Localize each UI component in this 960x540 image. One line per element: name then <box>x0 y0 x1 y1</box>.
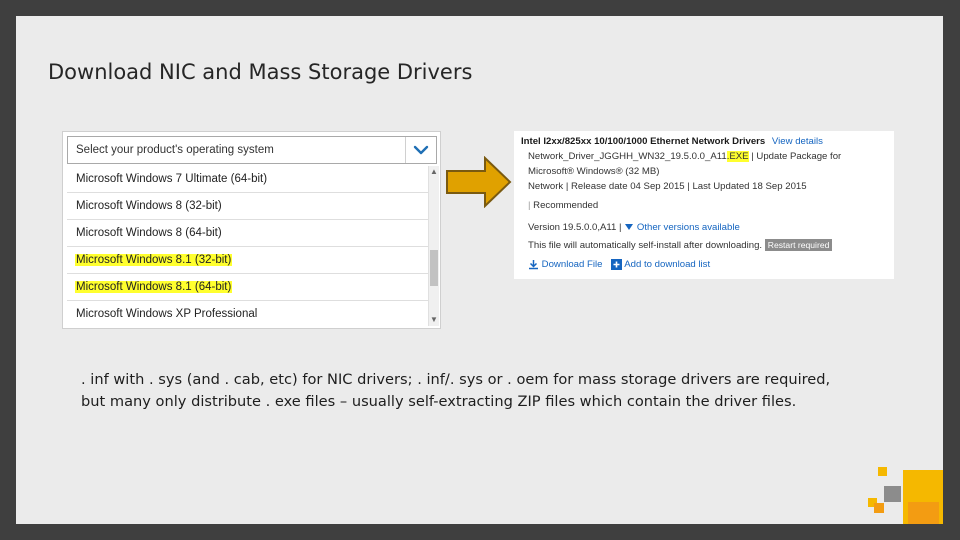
download-file-button[interactable]: Download File <box>528 259 605 270</box>
driver-os-size: Microsoft® Windows® (32 MB) <box>528 166 660 177</box>
os-option[interactable]: Microsoft Windows 7 Ultimate (64-bit) <box>67 166 428 193</box>
os-select-toggle[interactable] <box>405 137 436 163</box>
driver-filename-line: Network_Driver_JGGHH_WN32_19.5.0.0_A11.E… <box>528 151 841 162</box>
os-option[interactable]: Microsoft Windows 8 (64-bit) <box>67 220 428 247</box>
download-icon <box>529 260 538 270</box>
add-to-download-list-label: Add to download list <box>624 259 711 271</box>
logo-square <box>874 503 884 513</box>
os-option[interactable]: Microsoft Windows 8 (32-bit) <box>67 193 428 220</box>
os-option-label: Microsoft Windows XP Professional <box>76 308 258 320</box>
plus-box-icon <box>611 259 623 270</box>
scrollbar-thumb[interactable] <box>430 250 438 286</box>
recommended-label: Recommended <box>533 200 599 211</box>
other-versions-link[interactable]: Other versions available <box>637 222 740 233</box>
update-package-label: | Update Package for <box>751 151 842 162</box>
os-option-label: Microsoft Windows 8 (32-bit) <box>76 200 222 212</box>
driver-file-extension: .EXE <box>726 151 749 162</box>
os-option-highlighted[interactable]: Microsoft Windows 8.1 (32-bit) <box>67 247 428 274</box>
right-arrow-icon <box>446 156 512 208</box>
download-file-label: Download File <box>541 259 603 271</box>
view-details-link[interactable]: View details <box>772 136 823 147</box>
version-line: Version 19.5.0.0,A11 | Other versions av… <box>528 222 740 233</box>
dropdown-triangle-icon <box>625 224 634 231</box>
logo-square <box>884 486 901 502</box>
slide-title: Download NIC and Mass Storage Drivers <box>48 60 473 84</box>
os-option-list: Microsoft Windows 7 Ultimate (64-bit) Mi… <box>67 166 428 326</box>
os-option-label: Microsoft Windows 8.1 (32-bit) <box>75 254 233 266</box>
driver-filename: Network_Driver_JGGHH_WN32_19.5.0.0_A11 <box>528 151 727 162</box>
scroll-down-arrow-icon[interactable]: ▼ <box>429 314 439 326</box>
recommended-line: | Recommended <box>528 200 598 211</box>
chevron-down-icon <box>413 145 429 155</box>
driver-title-line: Intel I2xx/825xx 10/100/1000 Ethernet Ne… <box>521 136 823 147</box>
divider-bar: | <box>528 200 531 211</box>
slide-body-text: . inf with . sys (and . cab, etc) for NI… <box>81 371 831 410</box>
self-install-note: This file will automatically self-instal… <box>528 240 763 251</box>
logo-square <box>878 467 887 476</box>
os-dropdown-screenshot: Select your product's operating system M… <box>62 131 441 329</box>
os-select-placeholder: Select your product's operating system <box>76 144 274 156</box>
self-install-line: This file will automatically self-instal… <box>528 239 833 251</box>
os-select[interactable]: Select your product's operating system <box>67 136 437 164</box>
restart-required-badge: Restart required <box>764 239 833 251</box>
driver-title: Intel I2xx/825xx 10/100/1000 Ethernet Ne… <box>521 136 766 147</box>
scroll-up-arrow-icon[interactable]: ▲ <box>429 166 439 178</box>
driver-details-screenshot: Intel I2xx/825xx 10/100/1000 Ethernet Ne… <box>514 131 894 279</box>
add-to-download-list-button[interactable]: Add to download list <box>611 259 710 270</box>
logo-square <box>908 502 939 524</box>
os-option-label: Microsoft Windows 8 (64-bit) <box>76 227 222 239</box>
download-actions: Download File Add to download list <box>528 259 710 270</box>
driver-version: Version 19.5.0.0,A11 | <box>528 222 622 233</box>
driver-category-dates: Network | Release date 04 Sep 2015 | Las… <box>528 181 807 192</box>
os-option-label: Microsoft Windows 7 Ultimate (64-bit) <box>76 173 268 185</box>
os-option[interactable]: Microsoft Windows XP Professional <box>67 301 428 328</box>
os-option-label: Microsoft Windows 8.1 (64-bit) <box>75 281 233 293</box>
os-list-scrollbar[interactable]: ▲ ▼ <box>428 166 439 326</box>
os-option-highlighted[interactable]: Microsoft Windows 8.1 (64-bit) <box>67 274 428 301</box>
